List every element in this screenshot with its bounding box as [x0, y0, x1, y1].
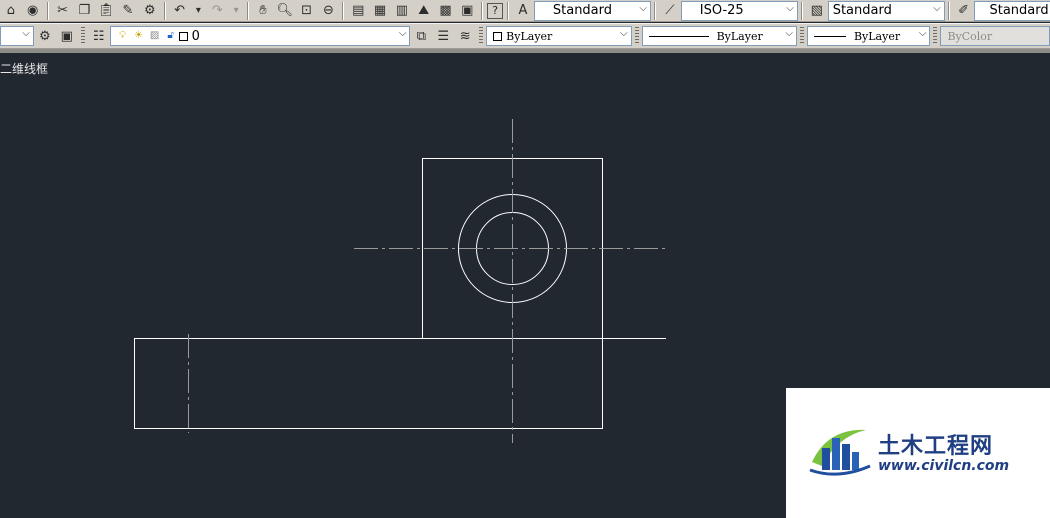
- linetype-select[interactable]: ByLayer ⌵: [641, 26, 797, 46]
- chevron-down-icon: ⌵: [620, 28, 628, 39]
- watermark-brand: 土木工程网: [878, 434, 994, 459]
- lineweight-value: ByLayer: [853, 29, 901, 43]
- redo-icon[interactable]: ↷: [207, 2, 227, 20]
- mleader-style-value: Standard: [989, 3, 1049, 18]
- table-style-value: Standard: [832, 3, 892, 18]
- block-editor-icon[interactable]: ⚙: [140, 2, 160, 20]
- help-icon[interactable]: ?: [487, 2, 504, 19]
- plotstyle-select: ByColor: [940, 26, 1050, 46]
- layer-previous-icon[interactable]: ☰: [433, 27, 453, 45]
- layer-name: 0: [191, 28, 200, 44]
- plotstyle-value: ByColor: [947, 29, 993, 43]
- properties-icon[interactable]: ▤: [348, 2, 368, 20]
- linetype-preview: [648, 35, 709, 37]
- table-style-select[interactable]: Standard ⌵: [827, 0, 945, 21]
- redo-dropdown-icon[interactable]: ▾: [229, 2, 243, 20]
- sun-freeze-icon: ☀: [134, 30, 144, 41]
- dim-style-value: ISO-25: [699, 3, 744, 18]
- layer-select[interactable]: 💡︎ ☀ ▨ 🔓︎ 0 ⌵: [109, 26, 411, 46]
- toolbar-grip[interactable]: [933, 27, 938, 45]
- text-style-icon[interactable]: A: [513, 2, 533, 20]
- toolbar-separator: [653, 1, 656, 20]
- toolbar-separator: [481, 1, 484, 20]
- layers-properties-toolbar: ⌵ ⚙ ▣ ☷ 💡︎ ☀ ▨ 🔓︎ 0 ⌵ ⧉ ☰ ≋ ByLayer ⌵ By…: [0, 23, 1050, 49]
- paste-icon[interactable]: 📋︎: [96, 2, 116, 20]
- toolbar-separator: [46, 1, 49, 20]
- toolbar-grip[interactable]: [634, 27, 639, 45]
- mleader-style-select[interactable]: Standard: [974, 0, 1050, 21]
- base-plate-outline[interactable]: [134, 338, 603, 429]
- sheet-set-icon[interactable]: ⛰: [414, 2, 434, 20]
- color-swatch: [493, 31, 503, 41]
- zoom-previous-icon[interactable]: ⊖: [319, 2, 339, 20]
- plot-icon[interactable]: ◉: [23, 2, 43, 20]
- toolbar-grip[interactable]: [799, 27, 804, 45]
- viewport-freeze-icon: ▨: [149, 30, 160, 41]
- undo-dropdown-icon[interactable]: ▾: [192, 2, 206, 20]
- chevron-down-icon: ⌵: [785, 28, 793, 39]
- toolbar-separator: [342, 1, 345, 20]
- color-select[interactable]: ByLayer ⌵: [486, 26, 632, 46]
- lineweight-select[interactable]: ByLayer ⌵: [806, 26, 931, 46]
- undo-icon[interactable]: ↶: [170, 2, 190, 20]
- toolbar-separator: [947, 1, 950, 20]
- chevron-down-icon: ⌵: [639, 2, 647, 14]
- text-style-select[interactable]: Standard ⌵: [533, 0, 651, 21]
- lineweight-preview: [813, 35, 846, 37]
- make-current-layer-icon[interactable]: ⧉: [411, 27, 431, 45]
- toolbar-grip[interactable]: [479, 27, 484, 45]
- layer-manager-icon[interactable]: ☷: [89, 27, 109, 45]
- dim-style-select[interactable]: ISO-25 ⌵: [680, 0, 798, 21]
- customize-icon[interactable]: ▣: [57, 27, 77, 45]
- mleader-style-icon[interactable]: ✐: [954, 2, 974, 20]
- unlock-icon: 🔓︎: [167, 30, 174, 41]
- watermark: 土木工程网 www.civilcn.com: [786, 388, 1050, 518]
- cut-icon[interactable]: ✂: [53, 2, 73, 20]
- chevron-down-icon: ⌵: [933, 2, 941, 14]
- chevron-down-icon: ⌵: [918, 28, 927, 39]
- toolbar-separator: [800, 1, 803, 20]
- copy-icon[interactable]: ❐: [74, 2, 94, 20]
- layer-states-icon[interactable]: ≋: [455, 27, 475, 45]
- color-value: ByLayer: [506, 29, 553, 43]
- zoom-realtime-icon[interactable]: 🔍︎: [275, 2, 295, 20]
- toolbar-separator: [247, 1, 250, 20]
- linetype-value: ByLayer: [716, 29, 763, 43]
- civilcn-logo-icon: [809, 429, 871, 476]
- table-style-icon[interactable]: ▧: [807, 2, 827, 20]
- toolbar-separator: [163, 1, 166, 20]
- open-file-icon[interactable]: ⌂: [1, 2, 21, 20]
- standard-toolbar: ⌂ ◉ ✂ ❐ 📋︎ ✎ ⚙ ↶ ▾ ↷ ▾ ✋︎ 🔍︎ ⊡ ⊖ ▤ ▦ ▥ ⛰…: [0, 0, 1050, 22]
- lightbulb-icon: 💡︎: [119, 30, 127, 41]
- pan-hand-icon[interactable]: ✋︎: [253, 2, 273, 20]
- match-properties-icon[interactable]: ✎: [118, 2, 138, 20]
- chevron-down-icon: ⌵: [22, 28, 30, 39]
- zoom-window-icon[interactable]: ⊡: [297, 2, 317, 20]
- calculator-icon[interactable]: ▣: [457, 2, 477, 20]
- workspace-select[interactable]: ⌵: [0, 26, 34, 46]
- design-center-icon[interactable]: ▦: [370, 2, 390, 20]
- viewport-visual-style-label[interactable]: 二维线框: [0, 60, 48, 77]
- tool-palettes-icon[interactable]: ▥: [392, 2, 412, 20]
- workspace-settings-icon[interactable]: ⚙: [35, 27, 55, 45]
- text-style-value: Standard: [552, 3, 613, 18]
- layer-color-swatch: [178, 31, 188, 41]
- chevron-down-icon: ⌵: [398, 28, 407, 39]
- toolbar-grip[interactable]: [80, 27, 85, 45]
- markup-icon[interactable]: ▩: [436, 2, 456, 20]
- toolbar-separator: [507, 1, 510, 20]
- dim-style-icon[interactable]: ⟋: [660, 2, 680, 20]
- chevron-down-icon: ⌵: [786, 2, 794, 14]
- watermark-url: www.civilcn.com: [878, 458, 1010, 474]
